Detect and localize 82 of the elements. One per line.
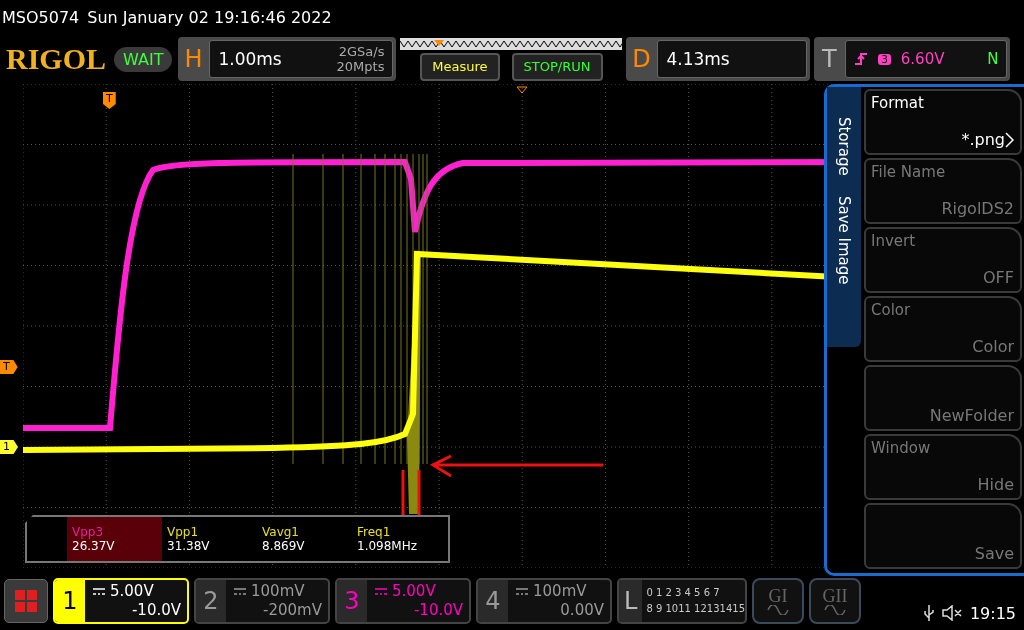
rising-edge-icon (854, 52, 869, 66)
menu-item-label: File Name (871, 163, 947, 181)
channel-scale: 5.00V (392, 582, 436, 601)
trigger-level-marker[interactable]: T (0, 360, 18, 374)
delay-marker-icon (516, 86, 528, 94)
dc-coupling-icon (516, 588, 528, 595)
speaker-muted-icon (941, 605, 962, 621)
channel-scale: 100mV (251, 582, 305, 601)
timebase-value: 1.00ms (218, 49, 282, 69)
measurement-item[interactable]: Vpp1 31.38V (162, 517, 257, 561)
menu-item-value: NewFolder (929, 406, 1014, 425)
logic-channel-row-text: 8 9 1011 12131415 (646, 602, 745, 616)
trigger-label: T (821, 45, 838, 73)
horizontal-label: H (183, 45, 204, 73)
menu-item-value: Color (972, 337, 1014, 356)
header-button[interactable]: STOP/RUN (511, 52, 603, 81)
grid-icon (15, 590, 37, 612)
sine-wave-icon (824, 605, 846, 615)
memory-depth: 20Mpts (336, 59, 385, 74)
menu-item-value: RigolDS2 (941, 199, 1014, 218)
channel-offset: -200mV (263, 601, 322, 620)
channel-marker[interactable]: 1 (0, 440, 18, 454)
menu-item-label: Invert (871, 232, 917, 250)
measurement-value: 26.37V (72, 539, 116, 553)
channel-scale: 100mV (533, 582, 587, 601)
channel-offset: -10.0V (413, 601, 463, 620)
menu-subtitle: Save Image (835, 195, 853, 285)
delay-value: 4.13ms (666, 49, 730, 69)
header-button[interactable]: Measure (420, 52, 500, 81)
measurement-label: Vpp1 (167, 525, 200, 539)
menu-item-label: Format (871, 94, 925, 112)
horizontal-panel[interactable]: H 1.00ms 2GSa/s 20Mpts (178, 37, 397, 81)
run-state-indicator: WAIT (114, 46, 173, 72)
measurement-item[interactable]: Freq1 1.098MHz (352, 517, 447, 561)
sine-wave-icon (767, 605, 789, 615)
menu-item-value: OFF (983, 268, 1014, 287)
measurement-label: Vavg1 (262, 525, 300, 539)
sample-rate: 2GSa/s (338, 44, 385, 59)
channel-panel[interactable]: 1 5.00V -10.0V (53, 578, 189, 624)
channel-panel[interactable]: 3 5.00V -10.0V (335, 578, 471, 624)
channel-panel[interactable]: 2 100mV -200mV (194, 578, 330, 624)
channel-number: 4 (478, 580, 508, 622)
delay-panel[interactable]: D 4.13ms (626, 37, 811, 81)
measurement-label: Freq1 (357, 525, 392, 539)
channel-offset: -10.0V (131, 601, 181, 620)
channel-scale: 5.00V (110, 582, 154, 601)
dc-coupling-icon (234, 588, 246, 595)
menu-button[interactable] (4, 579, 48, 623)
measurement-item[interactable]: Vpp3 26.37V (67, 517, 162, 561)
menu-item[interactable]: Format *.png (864, 89, 1022, 155)
trigger-level: 6.60V (900, 50, 945, 68)
trigger-mode: N (987, 50, 999, 68)
channel-offset: 0.00V (560, 601, 604, 620)
brand-logo: RIGOL (6, 42, 107, 76)
chevron-right-icon (1005, 131, 1014, 148)
measurement-value: 31.38V (167, 539, 211, 553)
measurement-label: Vpp3 (72, 525, 105, 539)
menu-item-value: Save (974, 544, 1014, 563)
menu-item-label: Color (871, 301, 912, 319)
measurement-value: 1.098MHz (357, 539, 419, 553)
channel-panel[interactable]: 4 100mV 0.00V (476, 578, 612, 624)
date-time: Sun January 02 19:16:46 2022 (87, 7, 332, 27)
dc-coupling-icon (93, 588, 105, 595)
delay-label: D (631, 45, 652, 73)
measurement-value: 8.869V (262, 539, 306, 553)
menu-item-label: Window (871, 439, 932, 457)
trigger-source: 3 (878, 53, 891, 65)
channel-number: 2 (196, 580, 226, 622)
trigger-panel[interactable]: T 3 6.60V N (814, 37, 1011, 81)
trigger-time-marker[interactable]: T (103, 92, 116, 109)
clock-time: 19:15 (969, 603, 1016, 623)
model-name: MSO5074 (2, 7, 80, 27)
dc-coupling-icon (375, 588, 387, 595)
channel-number: 1 (55, 580, 85, 622)
menu-item-value: Hide (977, 475, 1014, 494)
measurement-item[interactable]: Vavg1 8.869V (257, 517, 352, 561)
logic-channel-row-text: 0 1 2 3 4 5 6 7 (646, 586, 721, 600)
menu-item-value: *.png (961, 130, 1014, 149)
channel-number: 3 (337, 580, 367, 622)
usb-icon (923, 604, 934, 622)
logic-label: L (619, 580, 643, 622)
menu-title: Storage (835, 117, 853, 176)
